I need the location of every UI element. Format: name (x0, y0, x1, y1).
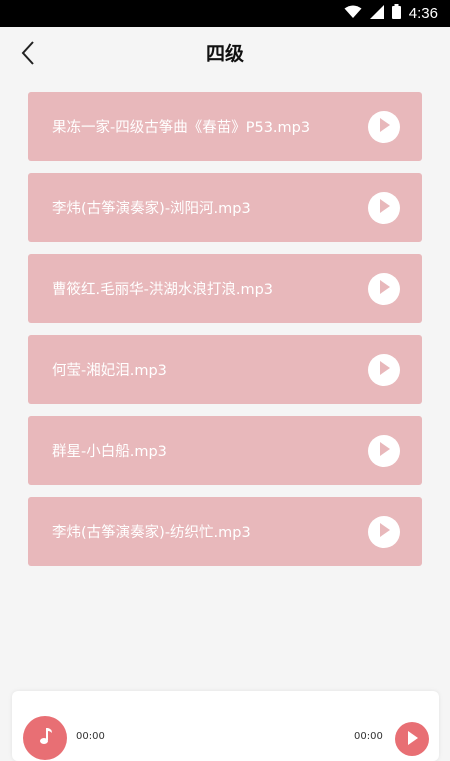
track-name: 李炜(古筝演奏家)-纺织忙.mp3 (52, 525, 251, 541)
signal-icon (369, 4, 384, 23)
play-icon (378, 360, 390, 379)
track-item[interactable]: 李炜(古筝演奏家)-浏阳河.mp3 (28, 173, 422, 242)
track-item[interactable]: 曹筱红.毛丽华-洪湖水浪打浪.mp3 (28, 254, 422, 323)
track-list: 果冻一家-四级古筝曲《春苗》P53.mp3 李炜(古筝演奏家)-浏阳河.mp3 … (28, 92, 422, 578)
play-icon (378, 279, 390, 298)
track-name: 李炜(古筝演奏家)-浏阳河.mp3 (52, 201, 251, 217)
play-button[interactable] (368, 191, 400, 224)
track-name: 果冻一家-四级古筝曲《春苗》P53.mp3 (52, 120, 311, 136)
status-icons: 4:36 (344, 0, 438, 27)
play-button[interactable] (368, 353, 400, 386)
page-title: 四级 (205, 43, 244, 65)
status-time: 4:36 (408, 5, 438, 22)
play-button[interactable] (368, 272, 400, 305)
track-name: 群星-小白船.mp3 (52, 444, 167, 460)
play-button[interactable] (368, 515, 400, 548)
current-time: 00:00 (76, 731, 105, 742)
play-button[interactable] (368, 110, 400, 143)
play-icon (378, 441, 390, 460)
play-icon (378, 198, 390, 217)
music-note-icon (37, 727, 53, 749)
track-item[interactable]: 群星-小白船.mp3 (28, 416, 422, 485)
player-play-button[interactable] (395, 722, 429, 756)
track-item[interactable]: 果冻一家-四级古筝曲《春苗》P53.mp3 (28, 92, 422, 161)
status-bar: 4:36 (0, 0, 450, 27)
total-time: 00:00 (354, 731, 383, 742)
track-item[interactable]: 李炜(古筝演奏家)-纺织忙.mp3 (28, 497, 422, 566)
track-item[interactable]: 何莹-湘妃泪.mp3 (28, 335, 422, 404)
track-name: 何莹-湘妃泪.mp3 (52, 363, 167, 379)
header: 四级 (0, 27, 450, 82)
play-button[interactable] (368, 434, 400, 467)
track-name: 曹筱红.毛丽华-洪湖水浪打浪.mp3 (52, 282, 274, 298)
wifi-icon (344, 4, 362, 23)
player-bar: 00:00 00:00 (12, 691, 439, 761)
play-icon (378, 117, 390, 136)
album-avatar (23, 716, 67, 760)
play-icon (378, 522, 390, 541)
play-icon (406, 730, 418, 749)
battery-icon (391, 4, 401, 23)
